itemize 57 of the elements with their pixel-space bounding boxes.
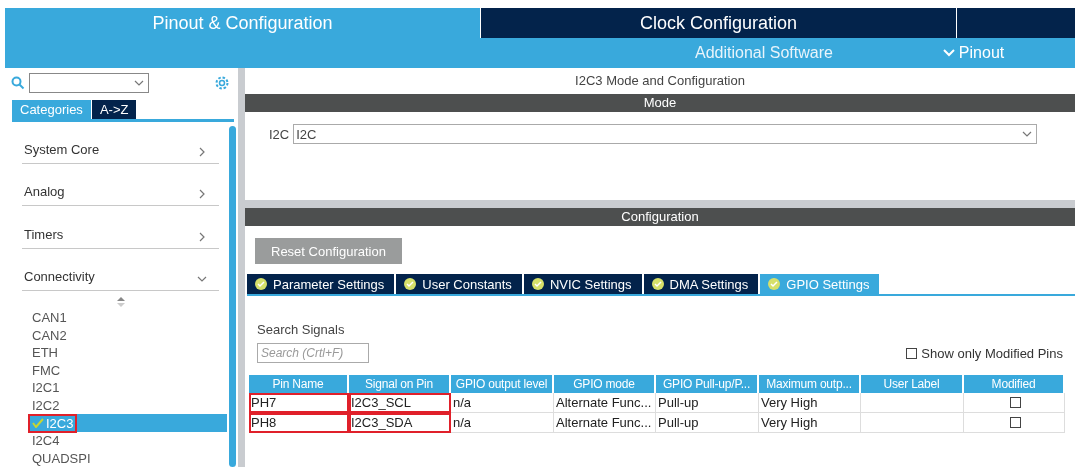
- search-combo[interactable]: [29, 73, 149, 93]
- table-cell: n/a: [451, 393, 554, 413]
- peripheral-item[interactable]: ETH: [28, 343, 227, 362]
- table-cell: Very High: [759, 413, 861, 433]
- sort-icon: [116, 296, 125, 307]
- table-cell: Alternate Func...: [554, 413, 656, 433]
- chevron-icon: [197, 231, 207, 242]
- table-cell: Pull-up: [656, 413, 759, 433]
- modified-checkbox[interactable]: [1009, 397, 1021, 408]
- search-field[interactable]: Search (Crtl+F): [257, 343, 369, 363]
- check-circle-icon: [531, 278, 544, 290]
- chevron-icon: [197, 147, 207, 158]
- table-cell: n/a: [451, 413, 554, 433]
- table-cell: PH8: [249, 413, 349, 433]
- chevron-icon: [942, 48, 955, 58]
- check-circle-icon: [768, 278, 781, 290]
- table-cell: Pull-up: [656, 393, 759, 413]
- check-circle-icon: [404, 278, 417, 290]
- section-header: Mode: [245, 94, 1075, 112]
- check-circle-icon: [255, 278, 267, 290]
- category-item[interactable]: Timers: [22, 206, 219, 249]
- peripheral-item[interactable]: CAN2: [28, 326, 227, 344]
- table-cell: Very High: [759, 393, 861, 413]
- chevron-icon: [197, 189, 207, 200]
- peripheral-item[interactable]: I2C1: [28, 379, 227, 397]
- peripheral-item[interactable]: I2C4: [28, 431, 227, 450]
- peripheral-item[interactable]: CAN1: [28, 308, 227, 327]
- search-label: Search Signals: [257, 322, 346, 337]
- settings-tab[interactable]: Parameter Settings: [247, 274, 395, 294]
- settings-icon[interactable]: [214, 75, 230, 91]
- table-cell: PH7: [249, 393, 349, 413]
- settings-tab[interactable]: NVIC Settings: [523, 274, 642, 294]
- section-header: Configuration: [245, 208, 1075, 226]
- check-circle-icon: [651, 278, 664, 290]
- chevron-icon: [134, 78, 144, 88]
- search-icon[interactable]: [11, 76, 25, 90]
- modified-filter-checkbox[interactable]: Show only Modified Pins: [906, 345, 1063, 361]
- top-tab[interactable]: Clock Configuration: [481, 8, 957, 38]
- check-icon: [32, 418, 44, 429]
- modified-checkbox[interactable]: [1009, 417, 1021, 428]
- table-cell: Alternate Func...: [554, 393, 656, 413]
- category-item[interactable]: Analog: [22, 164, 219, 207]
- chevron-icon: [1022, 129, 1033, 139]
- table-cell: I2C3_SCL: [349, 393, 451, 413]
- peripheral-item[interactable]: FMC: [28, 361, 227, 380]
- view-tab[interactable]: A->Z: [91, 100, 137, 119]
- settings-tab[interactable]: User Constants: [396, 274, 522, 294]
- table-cell: I2C3_SDA: [349, 413, 451, 433]
- field-label: I2C: [269, 126, 290, 142]
- category-item[interactable]: System Core: [22, 122, 219, 165]
- category-item[interactable]: Connectivity: [22, 248, 219, 291]
- scrollbar[interactable]: [229, 126, 236, 467]
- peripheral-item[interactable]: I2C2: [28, 396, 227, 415]
- mode-select[interactable]: I2C: [293, 124, 1038, 144]
- panel-title: I2C3 Mode and Configuration: [574, 72, 746, 90]
- settings-tab[interactable]: DMA Settings: [643, 274, 759, 294]
- peripheral-item[interactable]: QUADSPI: [28, 449, 227, 467]
